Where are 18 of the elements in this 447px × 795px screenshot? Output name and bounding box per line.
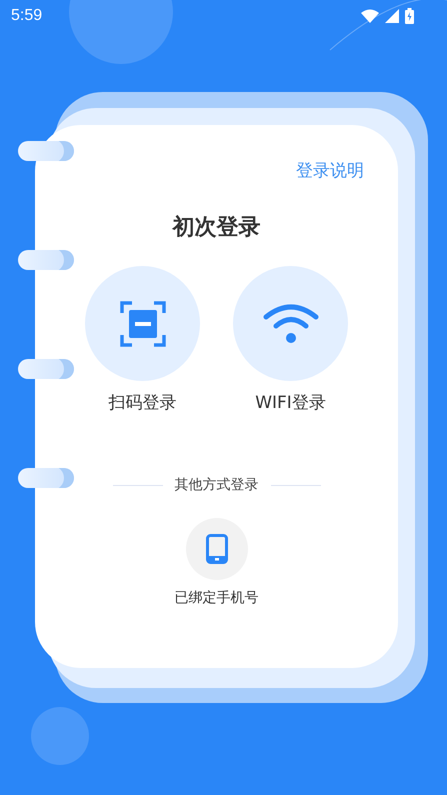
status-time: 5:59	[11, 7, 42, 25]
option-label: 扫码登录	[108, 392, 176, 414]
battery-icon	[405, 8, 414, 24]
wifi-icon	[262, 302, 318, 344]
binder-ring	[18, 468, 74, 488]
decorative-circle	[31, 707, 89, 765]
binder-ring	[18, 250, 74, 270]
binder-ring	[18, 141, 74, 161]
tablet-icon	[206, 534, 228, 564]
page-title: 初次登录	[172, 214, 260, 242]
scan-icon	[120, 300, 166, 346]
option-label: 已绑定手机号	[174, 589, 258, 607]
option-label: WIFI登录	[255, 392, 326, 414]
divider-text: 其他方式登录	[174, 476, 258, 494]
binder-ring	[18, 359, 74, 379]
signal-icon	[385, 9, 399, 23]
wifi-status-icon	[361, 9, 379, 23]
help-link[interactable]: 登录说明	[296, 159, 364, 182]
